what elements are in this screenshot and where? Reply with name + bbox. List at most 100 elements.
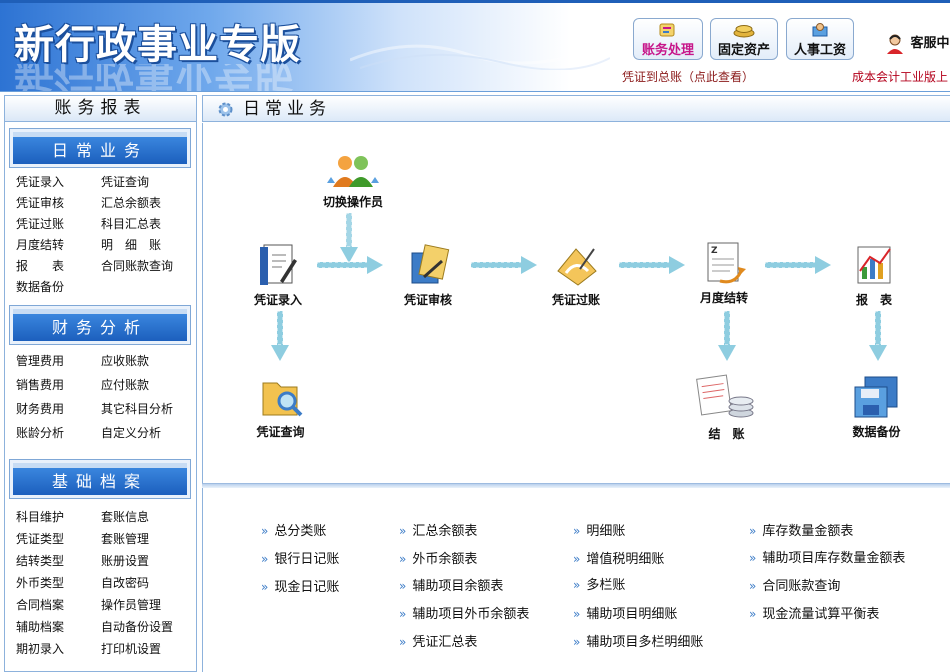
- link-aux-detail[interactable]: » 辅助项目明细账: [573, 603, 677, 622]
- flow-voucher-posting[interactable]: 凭证过账: [541, 241, 611, 308]
- main-title: 日常业务: [243, 99, 331, 119]
- section-daily-business[interactable]: 日常业务: [9, 128, 191, 168]
- basic-archives-menu: 科目维护 套账信息 凭证类型 套账管理 结转类型 账册设置 外币类型 自改密码 合同档案…: [5, 506, 196, 660]
- link-aux-balance[interactable]: » 辅助项目余额表: [399, 575, 503, 594]
- menu-sales-expense[interactable]: 销售费用: [16, 373, 101, 397]
- menu-account-maintenance[interactable]: 科目维护: [16, 506, 101, 528]
- menu-other-account-analysis[interactable]: 其它科目分析: [101, 397, 173, 421]
- menu-auto-backup[interactable]: 自动备份设置: [101, 616, 173, 638]
- menu-voucher-review[interactable]: 凭证审核: [16, 193, 101, 214]
- menu-voucher-entry[interactable]: 凭证录入: [16, 172, 101, 193]
- month-end-icon: Z: [707, 242, 746, 284]
- menu-auxiliary-archive[interactable]: 辅助档案: [16, 616, 101, 638]
- customer-service[interactable]: 客服中: [884, 32, 950, 55]
- flow-voucher-review[interactable]: 凭证审核: [393, 241, 463, 308]
- chevron-right-icon: »: [749, 551, 757, 565]
- menu-contract-query[interactable]: 合同账款查询: [101, 256, 173, 277]
- app-logo: 新行政事业专版: [14, 22, 301, 68]
- daily-business-menu: 凭证录入 凭证查询 凭证审核 汇总余额表 凭证过账 科目汇总表 月度结转明 细 账 报…: [5, 172, 196, 298]
- link-cash-journal[interactable]: » 现金日记账: [261, 576, 339, 595]
- menu-printer-settings[interactable]: 打印机设置: [101, 638, 161, 660]
- menu-receivables[interactable]: 应收账款: [101, 349, 149, 373]
- link-bank-journal[interactable]: » 银行日记账: [261, 548, 339, 567]
- menu-custom-analysis[interactable]: 自定义分析: [101, 421, 161, 445]
- flow-arrow-right-2: [471, 256, 537, 274]
- flow-arrow-down-3: [718, 311, 736, 361]
- menu-opening-entry[interactable]: 期初录入: [16, 638, 101, 660]
- menu-contract-archive[interactable]: 合同档案: [16, 594, 101, 616]
- flow-switch-operator-label: 切换操作员: [322, 195, 383, 209]
- voucher-to-ledger-link[interactable]: 凭证到总账（点此查看）: [622, 68, 754, 85]
- link-summary-balance[interactable]: » 汇总余额表: [399, 520, 477, 539]
- link-aux-inventory-amount[interactable]: » 辅助项目库存数量金额表: [749, 547, 905, 566]
- flow-month-end[interactable]: Z 月度结转: [689, 239, 759, 306]
- fixed-assets-button[interactable]: 固定资产: [710, 18, 778, 60]
- header-divider: [0, 91, 950, 92]
- menu-change-password[interactable]: 自改密码: [101, 572, 149, 594]
- menu-payables[interactable]: 应付账款: [101, 373, 149, 397]
- link-inventory-amount[interactable]: » 库存数量金额表: [749, 520, 853, 539]
- flow-voucher-review-label: 凭证审核: [403, 293, 452, 307]
- sidebar-title: 账务报表: [5, 96, 196, 122]
- chevron-right-icon: »: [573, 607, 581, 621]
- menu-operator-management[interactable]: 操作员管理: [101, 594, 161, 616]
- switch-operator-icon: [327, 156, 379, 187]
- menu-book-info[interactable]: 套账信息: [101, 506, 149, 528]
- menu-voucher-posting[interactable]: 凭证过账: [16, 214, 101, 235]
- chevron-right-icon: »: [573, 578, 581, 592]
- menu-finance-expense[interactable]: 财务费用: [16, 397, 101, 421]
- chevron-right-icon: »: [261, 524, 269, 538]
- flow-data-backup[interactable]: 数据备份: [839, 373, 914, 440]
- section-title: 日常业务: [13, 132, 187, 164]
- voucher-posting-icon: [557, 248, 597, 286]
- menu-data-backup[interactable]: 数据备份: [16, 277, 101, 298]
- link-general-ledger[interactable]: » 总分类账: [261, 520, 326, 539]
- svg-text:Z: Z: [711, 246, 718, 256]
- menu-reports[interactable]: 报 表: [16, 256, 101, 277]
- menu-aging-analysis[interactable]: 账龄分析: [16, 421, 101, 445]
- gear-icon: [218, 102, 233, 117]
- menu-transfer-types[interactable]: 结转类型: [16, 550, 101, 572]
- section-financial-analysis[interactable]: 财务分析: [9, 305, 191, 345]
- customer-service-label: 客服中: [910, 36, 950, 51]
- menu-ledger-settings[interactable]: 账册设置: [101, 550, 149, 572]
- menu-voucher-query[interactable]: 凭证查询: [101, 172, 149, 193]
- flow-voucher-entry-label: 凭证录入: [253, 293, 302, 307]
- cost-accounting-link[interactable]: 成本会计工业版上: [852, 68, 948, 85]
- menu-voucher-types[interactable]: 凭证类型: [16, 528, 101, 550]
- chevron-right-icon: »: [749, 579, 757, 593]
- flow-reports[interactable]: 报 表: [839, 241, 909, 308]
- link-vat-detail[interactable]: » 增值税明细账: [573, 548, 664, 567]
- accounting-button[interactable]: 账务处理: [633, 18, 703, 60]
- menu-summary-balance[interactable]: 汇总余额表: [101, 193, 161, 214]
- menu-admin-expense[interactable]: 管理费用: [16, 349, 101, 373]
- header-top-line: [0, 0, 950, 3]
- link-multi-column[interactable]: » 多栏账: [573, 574, 625, 593]
- accounting-icon: [659, 23, 675, 37]
- financial-analysis-menu: 管理费用 应收账款 销售费用 应付账款 财务费用 其它科目分析 账龄分析 自定义分析: [5, 349, 196, 445]
- link-cashflow-trial[interactable]: » 现金流量试算平衡表: [749, 603, 879, 622]
- menu-currency-types[interactable]: 外币类型: [16, 572, 101, 594]
- section-basic-archives[interactable]: 基础档案: [9, 459, 191, 499]
- menu-month-end[interactable]: 月度结转: [16, 235, 101, 256]
- menu-book-management[interactable]: 套账管理: [101, 528, 149, 550]
- link-detail-ledger[interactable]: » 明细账: [573, 520, 625, 539]
- link-contract-query[interactable]: » 合同账款查询: [749, 575, 840, 594]
- flow-closing[interactable]: 结 账: [689, 373, 764, 442]
- link-aux-multi-column[interactable]: » 辅助项目多栏明细账: [573, 631, 703, 650]
- flow-voucher-entry[interactable]: 凭证录入: [243, 241, 313, 308]
- chevron-right-icon: »: [749, 524, 757, 538]
- link-foreign-balance[interactable]: » 外币余额表: [399, 548, 477, 567]
- link-voucher-summary[interactable]: » 凭证汇总表: [399, 631, 477, 650]
- reports-icon: [857, 246, 891, 284]
- app-header: 新行政事业专版 新行政事业专版 账务处理 固定资产 人事工资 客服中 凭证到总账…: [0, 0, 950, 92]
- payroll-button-label: 人事工资: [793, 43, 846, 58]
- link-aux-foreign-balance[interactable]: » 辅助项目外币余额表: [399, 603, 529, 622]
- menu-detail-ledger[interactable]: 明 细 账: [101, 235, 161, 256]
- payroll-button[interactable]: 人事工资: [786, 18, 854, 60]
- menu-account-summary[interactable]: 科目汇总表: [101, 214, 161, 235]
- fixed-assets-icon: [733, 25, 755, 38]
- flow-voucher-query[interactable]: 凭证查询: [243, 373, 318, 440]
- chevron-right-icon: »: [573, 635, 581, 649]
- flow-switch-operator[interactable]: 切换操作员: [313, 153, 393, 210]
